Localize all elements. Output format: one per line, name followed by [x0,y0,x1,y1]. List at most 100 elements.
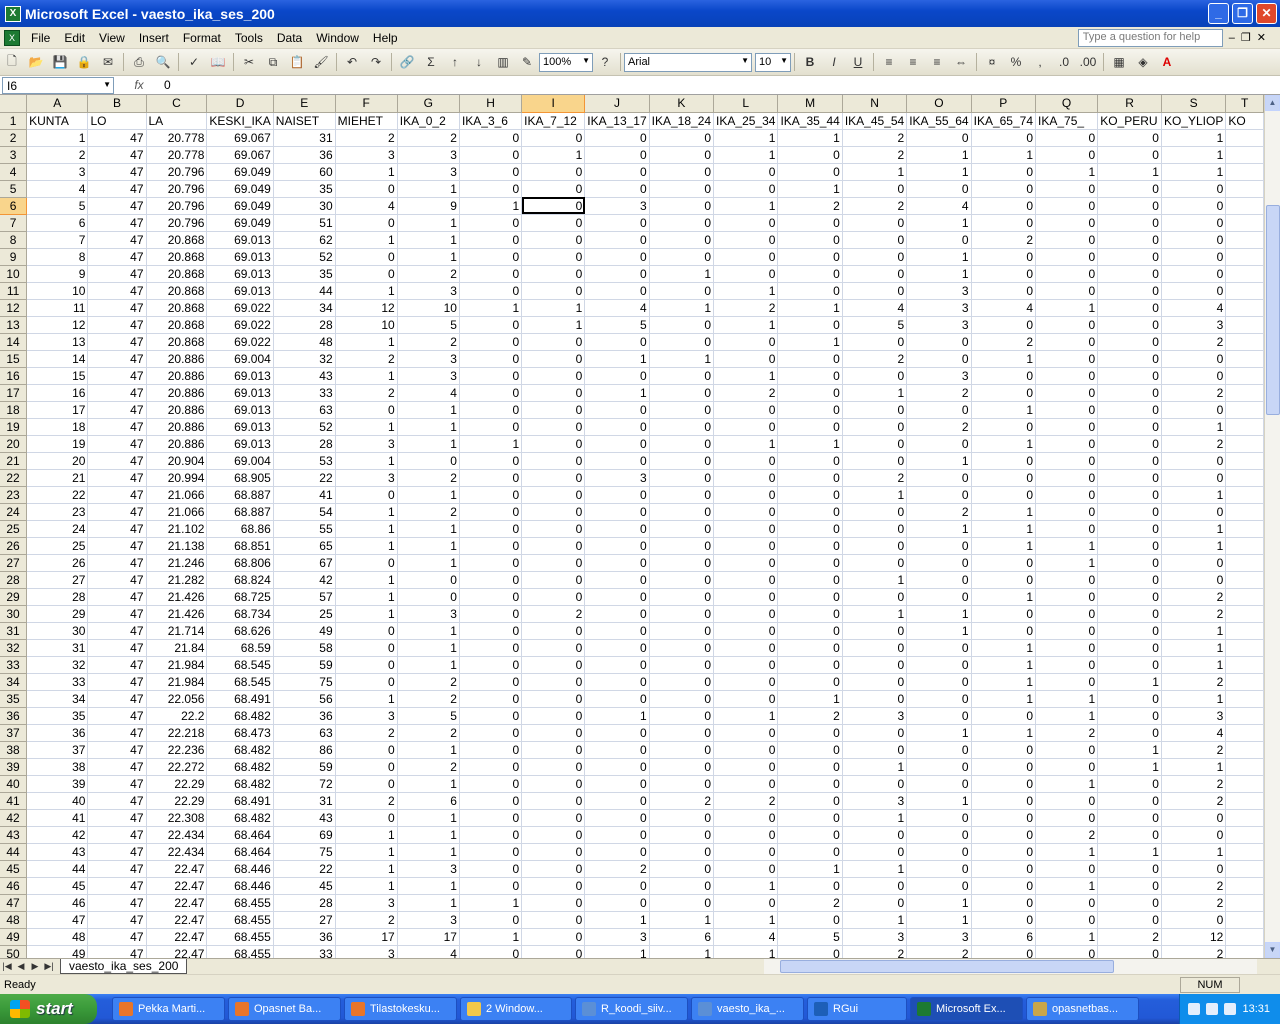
cell[interactable]: 0 [459,690,523,708]
cell[interactable]: 20.796 [146,197,208,215]
cell[interactable]: 0 [335,673,398,691]
cell[interactable]: 0 [584,537,650,555]
cell[interactable]: 68.851 [206,537,274,555]
cell[interactable]: 1 [906,605,972,623]
cell[interactable]: 3 [1161,707,1227,725]
cell[interactable]: 25 [273,605,336,623]
cell[interactable]: 0 [649,554,715,572]
cell[interactable]: 69.022 [206,299,274,317]
cell[interactable]: 0 [1097,350,1162,368]
cell[interactable]: 1 [459,299,523,317]
cell[interactable]: 0 [971,452,1037,470]
cell[interactable]: 0 [971,265,1037,283]
cell[interactable]: 20.886 [146,384,208,402]
cell[interactable]: 0 [1161,231,1227,249]
cell[interactable]: 0 [1097,656,1162,674]
cell[interactable]: 0 [842,724,908,742]
cell[interactable]: 0 [1035,367,1099,385]
cell[interactable]: 0 [584,656,650,674]
cell[interactable]: 20.796 [146,163,208,181]
cell[interactable]: 68.446 [206,860,274,878]
cell[interactable]: 0 [1035,571,1099,589]
cell[interactable]: 0 [649,469,715,487]
cell[interactable]: 0 [713,809,779,827]
cell[interactable]: 22.47 [146,928,208,946]
cell[interactable]: 1 [1097,163,1162,181]
cell[interactable]: 20.796 [146,180,208,198]
row-header[interactable]: 18 [0,401,28,419]
cell[interactable]: 63 [273,724,336,742]
cell[interactable]: 21.138 [146,537,208,555]
cell[interactable]: 1 [842,163,908,181]
cell[interactable]: 0 [842,452,908,470]
undo-icon[interactable]: ↶ [341,51,363,73]
row-header[interactable]: 4 [0,163,28,181]
cell[interactable]: 47 [87,656,147,674]
cell[interactable]: 0 [1097,214,1162,232]
cell[interactable]: 1 [397,214,460,232]
cell[interactable]: 0 [521,384,586,402]
cell[interactable]: 69.022 [206,316,274,334]
cell[interactable]: 21.246 [146,554,208,572]
cell[interactable]: 0 [649,520,715,538]
cell[interactable]: 0 [713,894,779,912]
cell[interactable]: 1 [1035,554,1099,572]
cell[interactable]: 2 [397,129,460,147]
cell[interactable]: 0 [459,452,523,470]
cell[interactable]: 1 [971,435,1037,453]
cell[interactable]: 2 [906,503,972,521]
cell[interactable]: 1 [971,724,1037,742]
cell[interactable] [1225,163,1264,181]
cell[interactable]: 0 [1035,282,1099,300]
cell[interactable]: 0 [906,554,972,572]
cell[interactable]: 1 [397,231,460,249]
cell[interactable]: 0 [1097,316,1162,334]
cell[interactable]: 22.47 [146,877,208,895]
cell[interactable]: 0 [842,333,908,351]
cell[interactable]: 1 [397,537,460,555]
cell[interactable]: 0 [521,469,586,487]
cell[interactable]: 0 [459,775,523,793]
cell[interactable]: 1 [397,180,460,198]
cell[interactable]: 0 [584,401,650,419]
cell[interactable]: 0 [1097,146,1162,164]
cell[interactable]: 0 [521,537,586,555]
cell[interactable]: 1 [971,656,1037,674]
cell[interactable]: 2 [1097,928,1162,946]
cell[interactable]: 12 [335,299,398,317]
cell[interactable]: 0 [971,911,1037,929]
cell[interactable]: 1 [842,384,908,402]
cell[interactable]: 47 [87,826,147,844]
cell[interactable] [1225,741,1264,759]
cell[interactable]: 2 [397,724,460,742]
cell[interactable]: 2 [1161,945,1227,958]
cell[interactable]: 0 [335,265,398,283]
cell[interactable]: 0 [842,520,908,538]
cell[interactable]: 0 [459,724,523,742]
cell[interactable]: 0 [906,231,972,249]
cell[interactable]: 0 [713,860,779,878]
cell[interactable]: 0 [459,248,523,266]
cell[interactable]: 1 [397,486,460,504]
row-header[interactable]: 26 [0,537,28,555]
cell[interactable]: 0 [521,894,586,912]
cell[interactable]: 0 [713,571,779,589]
cell[interactable]: 0 [971,792,1037,810]
cell[interactable]: 1 [335,231,398,249]
cell[interactable]: 62 [273,231,336,249]
maximize-button[interactable]: ❐ [1232,3,1253,24]
row-header[interactable]: 25 [0,520,28,538]
cell[interactable]: 14 [26,350,89,368]
cell[interactable]: 47 [87,775,147,793]
cell[interactable]: 3 [397,911,460,929]
cell[interactable]: 0 [584,843,650,861]
cell[interactable]: 0 [713,452,779,470]
cell[interactable]: 69.049 [206,180,274,198]
cell[interactable]: 0 [584,690,650,708]
cell[interactable]: 0 [971,282,1037,300]
workbook-icon[interactable]: X [4,29,20,46]
cell[interactable]: 0 [1161,248,1227,266]
cell[interactable]: 1 [397,877,460,895]
cell[interactable]: 1 [335,333,398,351]
cell[interactable]: 20.886 [146,401,208,419]
